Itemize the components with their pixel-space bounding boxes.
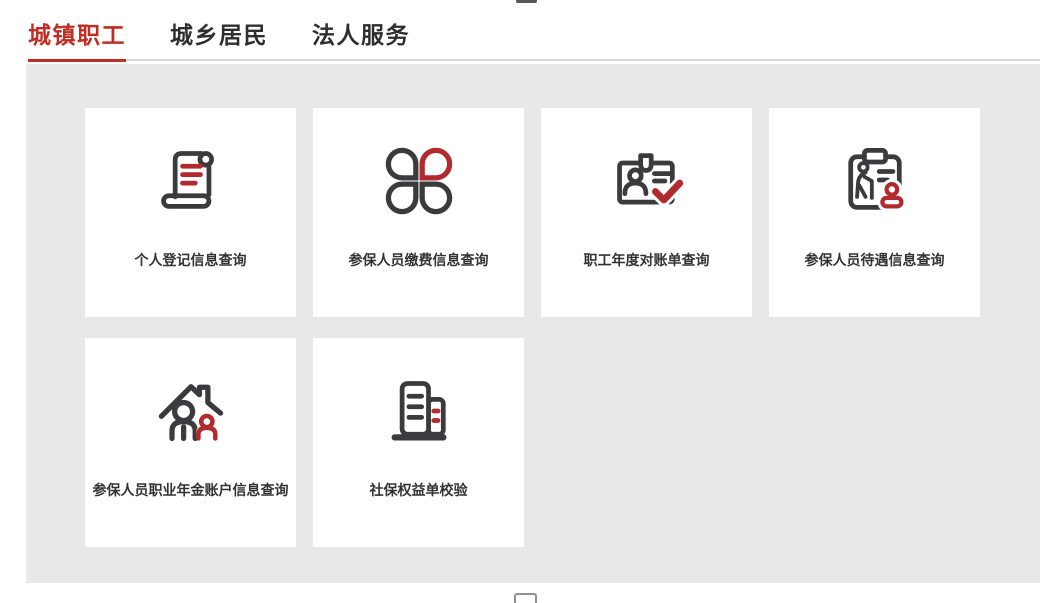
service-card-label: 职工年度对账单查询 bbox=[584, 250, 710, 270]
service-card-annuity-account[interactable]: 参保人员职业年金账户信息查询 bbox=[85, 338, 296, 547]
clover-icon bbox=[381, 138, 457, 224]
service-card-payment-info[interactable]: 参保人员缴费信息查询 bbox=[313, 108, 524, 317]
tab-urban-rural-residents[interactable]: 城乡居民 bbox=[170, 16, 268, 59]
service-card-label: 参保人员缴费信息查询 bbox=[349, 250, 489, 270]
service-card-personal-registration[interactable]: 个人登记信息查询 bbox=[85, 108, 296, 317]
service-card-benefit-info[interactable]: 参保人员待遇信息查询 bbox=[769, 108, 980, 317]
id-badge-check-icon bbox=[609, 138, 685, 224]
buildings-icon bbox=[381, 368, 457, 454]
tab-legal-person-services[interactable]: 法人服务 bbox=[312, 16, 410, 59]
house-people-icon bbox=[153, 368, 229, 454]
services-panel: 个人登记信息查询 参保人员缴费信息查询 bbox=[26, 64, 1040, 583]
service-card-label: 社保权益单校验 bbox=[370, 480, 468, 500]
clipboard-elder-icon bbox=[837, 138, 913, 224]
tab-bar: 城镇职工 城乡居民 法人服务 bbox=[28, 16, 1040, 61]
service-card-rights-verification[interactable]: 社保权益单校验 bbox=[313, 338, 524, 547]
service-card-label: 参保人员待遇信息查询 bbox=[805, 250, 945, 270]
cropped-top-element bbox=[516, 0, 537, 3]
service-card-label: 参保人员职业年金账户信息查询 bbox=[93, 480, 289, 500]
scroll-document-icon bbox=[153, 138, 229, 224]
cropped-bottom-element bbox=[514, 593, 537, 603]
service-card-annual-statement[interactable]: 职工年度对账单查询 bbox=[541, 108, 752, 317]
tab-urban-employees[interactable]: 城镇职工 bbox=[28, 16, 126, 59]
service-card-label: 个人登记信息查询 bbox=[135, 250, 247, 270]
